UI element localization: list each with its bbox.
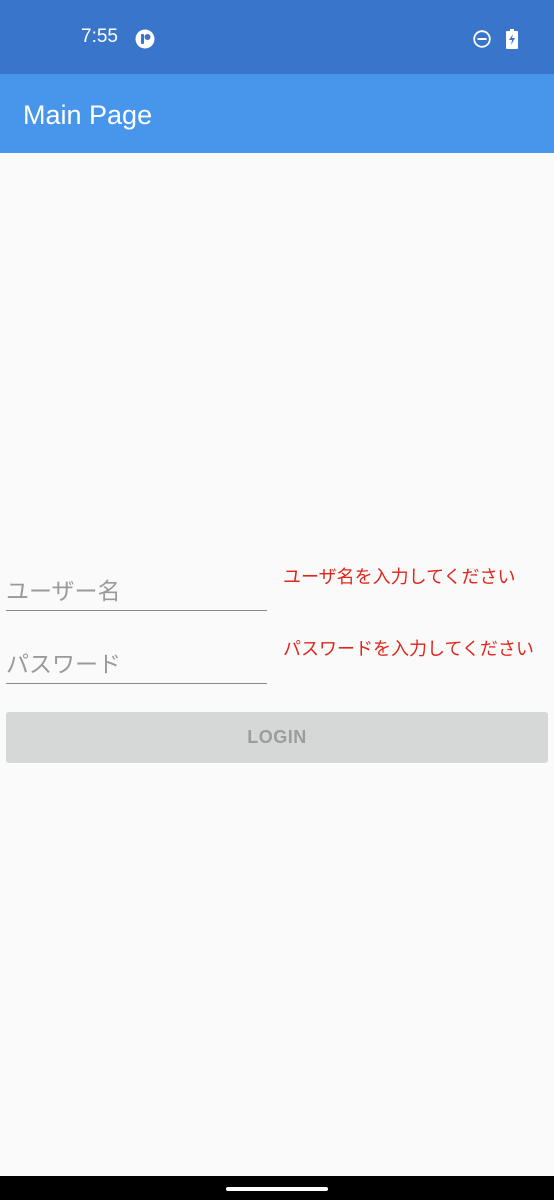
status-time: 7:55 [81,26,118,47]
login-button[interactable]: LOGIN [6,712,548,763]
username-error-text: ユーザ名を入力してください [283,567,516,588]
password-field[interactable] [6,640,267,684]
password-error-text: パスワードを入力してください [283,639,534,660]
app-bar: Main Page [0,74,554,153]
home-handle[interactable] [226,1187,328,1191]
password-input[interactable] [6,640,267,683]
battery-charging-icon [506,29,518,49]
status-bar: 7:55 [0,0,554,74]
username-field[interactable] [6,567,267,611]
app-notification-icon [135,29,155,49]
page-title: Main Page [23,100,153,130]
username-input[interactable] [6,567,267,610]
navigation-bar [0,1176,554,1200]
do-not-disturb-icon [473,30,491,48]
